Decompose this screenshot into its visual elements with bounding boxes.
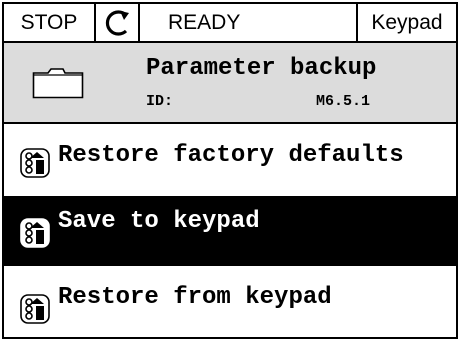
status-bar: STOP READY Keypad — [2, 2, 458, 43]
menu-item-restore-factory-defaults[interactable]: Restore factory defaults — [4, 124, 456, 194]
menu-item-label: Restore factory defaults — [58, 142, 404, 169]
menu-item-label: Restore from keypad — [58, 284, 332, 311]
parameter-icon — [20, 294, 50, 324]
page-title: Parameter backup — [146, 55, 377, 82]
menu-item-save-to-keypad[interactable]: Save to keypad — [4, 196, 456, 266]
rotation-direction-icon — [96, 4, 140, 41]
keypad-display: STOP READY Keypad Parameter backup ID: M… — [0, 0, 460, 343]
menu-item-restore-from-keypad[interactable]: Restore from keypad — [4, 266, 456, 336]
drive-state: READY — [140, 4, 358, 41]
menu-header: Parameter backup ID: M6.5.1 — [2, 43, 458, 122]
menu-code: M6.5.1 — [316, 93, 371, 110]
menu-list: Restore factory defaults Save to keypad — [2, 124, 458, 339]
control-place: Keypad — [371, 10, 443, 34]
parameter-icon — [20, 148, 50, 178]
id-label: ID: — [146, 93, 174, 110]
menu-item-label: Save to keypad — [58, 208, 260, 235]
stop-indicator: STOP — [4, 4, 96, 41]
folder-icon — [32, 68, 84, 99]
parameter-icon — [20, 218, 50, 248]
